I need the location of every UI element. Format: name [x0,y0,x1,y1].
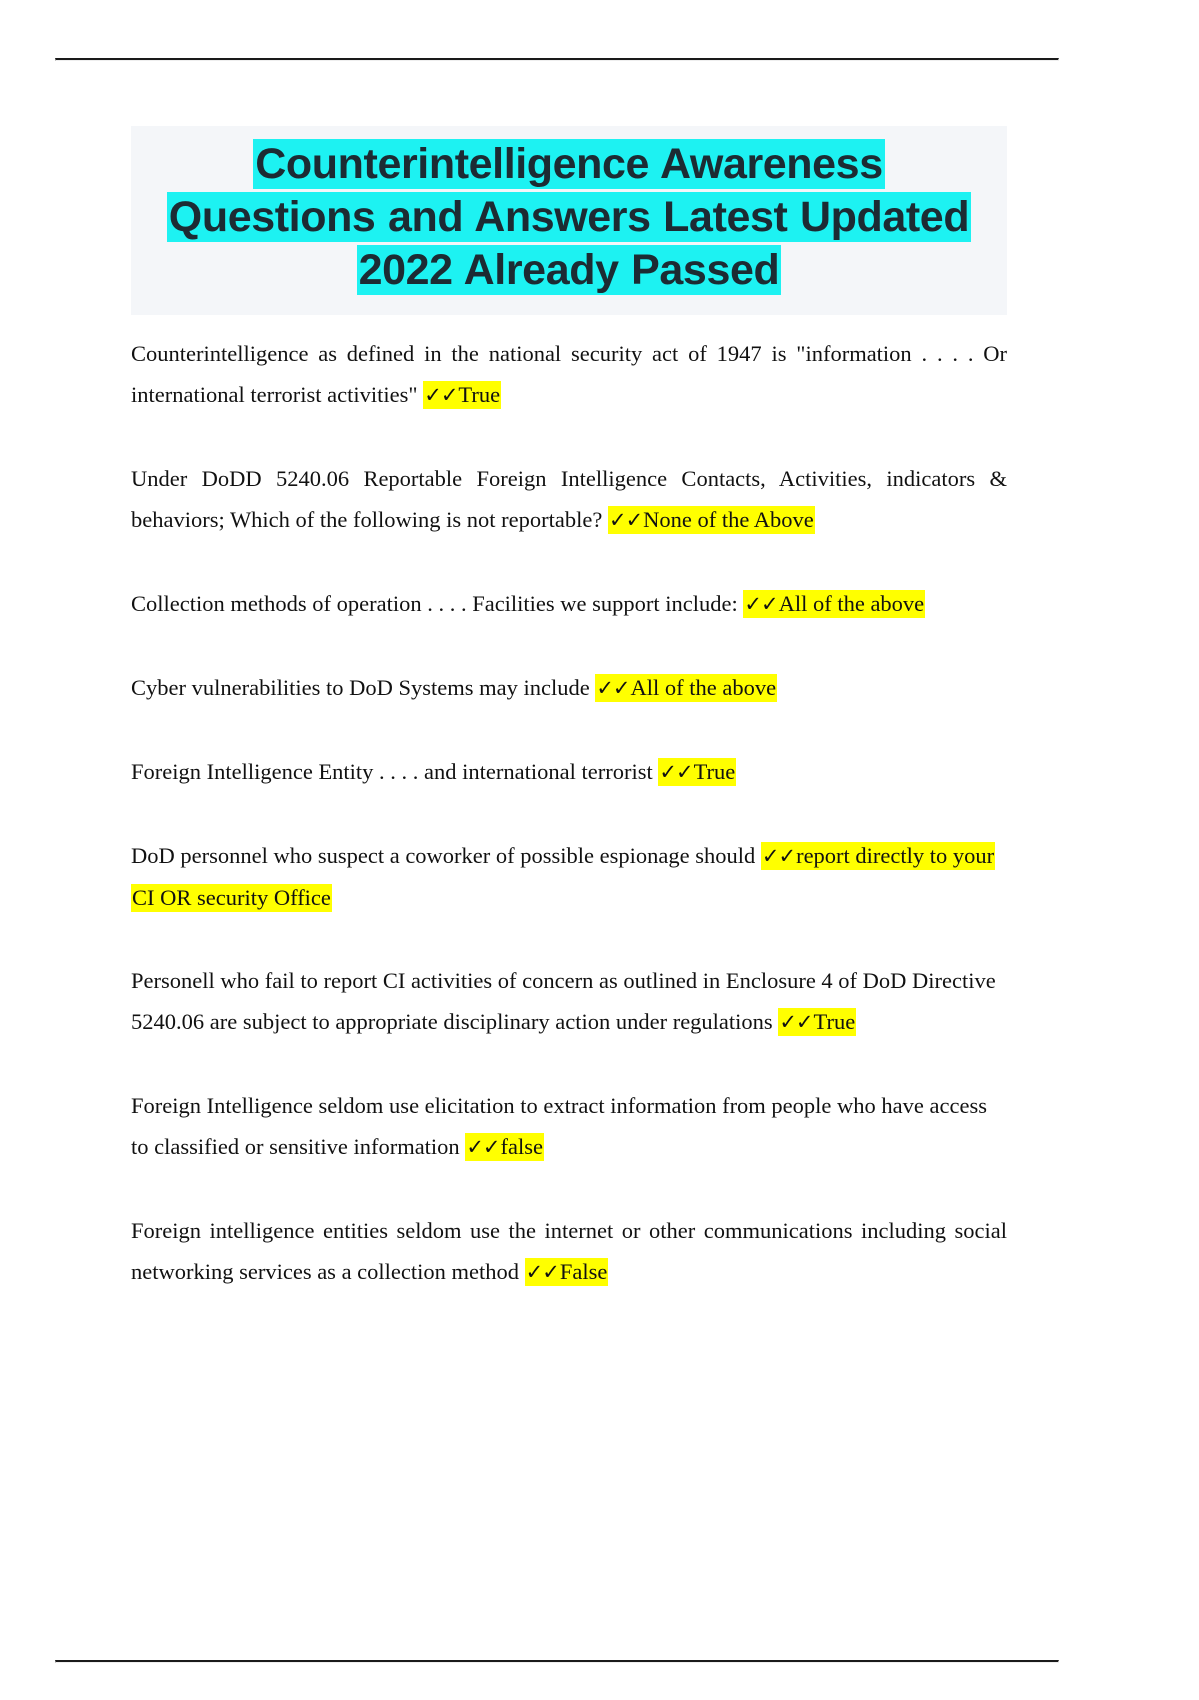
qa-item: DoD personnel who suspect a coworker of … [131,835,1007,918]
page-title: Counterintelligence Awareness Questions a… [131,138,1007,297]
answer-text: True [693,759,736,784]
document-page: Counterintelligence Awareness Questions a… [0,0,1199,1700]
qa-list: Counterintelligence as defined in the na… [131,333,1007,1293]
check-check-icon: ✓✓ [525,1260,560,1284]
answer-highlight: ✓✓None of the Above [607,506,815,534]
answer-highlight: ✓✓True [658,758,737,786]
check-check-icon: ✓✓ [779,1010,813,1034]
answer-highlight: ✓✓All of the above [743,590,926,618]
question-text: Foreign Intelligence seldom use elicitat… [131,1093,987,1159]
page-title-line-3: 2022 Already Passed [356,245,782,295]
check-check-icon: ✓✓ [761,844,796,868]
qa-item: Foreign Intelligence Entity . . . . and … [131,751,1007,793]
answer-text: False [559,1259,608,1284]
question-text: Personell who fail to report CI activiti… [131,968,996,1034]
qa-item: Foreign intelligence entities seldom use… [131,1210,1007,1293]
answer-text: True [458,382,501,407]
question-text: DoD personnel who suspect a coworker of … [131,843,756,868]
answer-text: All of the above [778,591,925,616]
page-title-line-2: Questions and Answers Latest Updated [166,192,972,242]
qa-item: Collection methods of operation . . . . … [131,583,1007,625]
qa-item: Foreign Intelligence seldom use elicitat… [131,1085,1007,1168]
answer-highlight: ✓✓false [465,1133,544,1161]
answer-text: All of the above [630,675,777,700]
question-text: Under DoDD 5240.06 Reportable Foreign In… [131,466,1007,532]
question-text: Foreign Intelligence Entity . . . . and … [131,759,653,784]
page-title-line-1: Counterintelligence Awareness [253,139,885,189]
answer-text: false [500,1134,543,1159]
qa-item: Under DoDD 5240.06 Reportable Foreign In… [131,458,1007,541]
qa-item: Counterintelligence as defined in the na… [131,333,1007,416]
check-check-icon: ✓✓ [596,676,630,700]
title-block: Counterintelligence Awareness Questions a… [131,126,1007,315]
qa-item: Cyber vulnerabilities to DoD Systems may… [131,667,1007,709]
answer-text: True [813,1009,856,1034]
question-text: Cyber vulnerabilities to DoD Systems may… [131,675,590,700]
answer-highlight: ✓✓False [524,1258,609,1286]
check-check-icon: ✓✓ [466,1135,500,1159]
answer-highlight: ✓✓True [778,1008,857,1036]
check-check-icon: ✓✓ [659,760,693,784]
qa-item: Personell who fail to report CI activiti… [131,960,1007,1043]
check-check-icon: ✓✓ [424,383,458,407]
check-check-icon: ✓✓ [608,508,643,532]
header-rule [55,58,1059,61]
footer-rule [55,1660,1059,1663]
question-text: Collection methods of operation . . . . … [131,591,738,616]
answer-text: None of the Above [643,507,814,532]
question-text: Counterintelligence as defined in the na… [131,341,1007,407]
answer-highlight: ✓✓True [423,381,502,409]
check-check-icon: ✓✓ [744,592,778,616]
answer-highlight: ✓✓All of the above [595,674,778,702]
